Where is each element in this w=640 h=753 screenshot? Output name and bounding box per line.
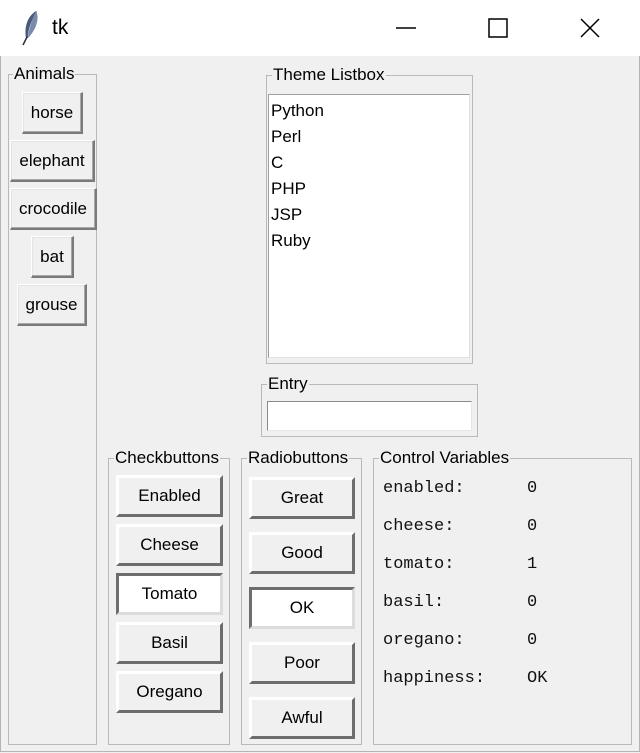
oregano-variable-name: oregano: — [383, 631, 465, 650]
maximize-button[interactable] — [452, 0, 544, 56]
listbox-item[interactable]: C — [269, 150, 324, 176]
entry-field[interactable] — [267, 401, 472, 431]
theme-listbox[interactable]: Python Perl C PHP JSP Ruby — [268, 94, 470, 358]
minimize-icon — [396, 27, 416, 29]
checkbuttons-frame-label: Checkbuttons — [114, 448, 220, 468]
listbox-item[interactable]: Ruby — [269, 228, 324, 254]
enabled-variable-name: enabled: — [383, 479, 465, 498]
good-radiobutton[interactable]: Good — [249, 532, 355, 574]
happiness-variable-value: OK — [527, 669, 548, 688]
tomato-variable-name: tomato: — [383, 555, 455, 574]
great-radiobutton[interactable]: Great — [249, 477, 355, 519]
oregano-checkbutton[interactable]: Oregano — [116, 671, 223, 713]
window-title: tk — [52, 16, 69, 39]
cheese-variable-value: 0 — [527, 517, 538, 536]
elephant-button[interactable]: elephant — [10, 140, 95, 182]
maximize-icon — [488, 18, 508, 38]
basil-variable-value: 0 — [527, 593, 538, 612]
happiness-variable-name: happiness: — [383, 669, 486, 688]
title-bar[interactable]: tk — [0, 0, 640, 56]
minimize-button[interactable] — [360, 0, 452, 56]
grouse-button[interactable]: grouse — [17, 284, 87, 326]
ok-radiobutton[interactable]: OK — [249, 587, 355, 629]
enabled-variable-value: 0 — [527, 479, 538, 498]
basil-checkbutton[interactable]: Basil — [116, 622, 223, 664]
poor-radiobutton[interactable]: Poor — [249, 642, 355, 684]
listbox-item[interactable]: PHP — [269, 176, 324, 202]
awful-radiobutton[interactable]: Awful — [249, 697, 355, 739]
basil-variable-name: basil: — [383, 593, 445, 612]
listbox-item[interactable]: Python — [269, 98, 324, 124]
cheese-variable-name: cheese: — [383, 517, 455, 536]
control-variables-frame-label: Control Variables — [379, 448, 511, 468]
feather-icon — [20, 10, 42, 46]
animals-frame-label: Animals — [13, 64, 76, 84]
enabled-checkbutton[interactable]: Enabled — [116, 475, 223, 517]
bat-button[interactable]: bat — [31, 236, 74, 278]
tomato-checkbutton[interactable]: Tomato — [116, 573, 223, 615]
oregano-variable-value: 0 — [527, 631, 538, 650]
listbox-item[interactable]: JSP — [269, 202, 324, 228]
theme-listbox-label: Theme Listbox — [272, 65, 386, 85]
close-button[interactable] — [544, 0, 636, 56]
close-icon — [580, 18, 600, 38]
cheese-checkbutton[interactable]: Cheese — [116, 524, 223, 566]
listbox-item[interactable]: Perl — [269, 124, 324, 150]
crocodile-button[interactable]: crocodile — [10, 188, 97, 230]
horse-button[interactable]: horse — [22, 92, 83, 134]
radiobuttons-frame-label: Radiobuttons — [247, 448, 350, 468]
entry-frame-label: Entry — [267, 374, 309, 394]
tomato-variable-value: 1 — [527, 555, 538, 574]
